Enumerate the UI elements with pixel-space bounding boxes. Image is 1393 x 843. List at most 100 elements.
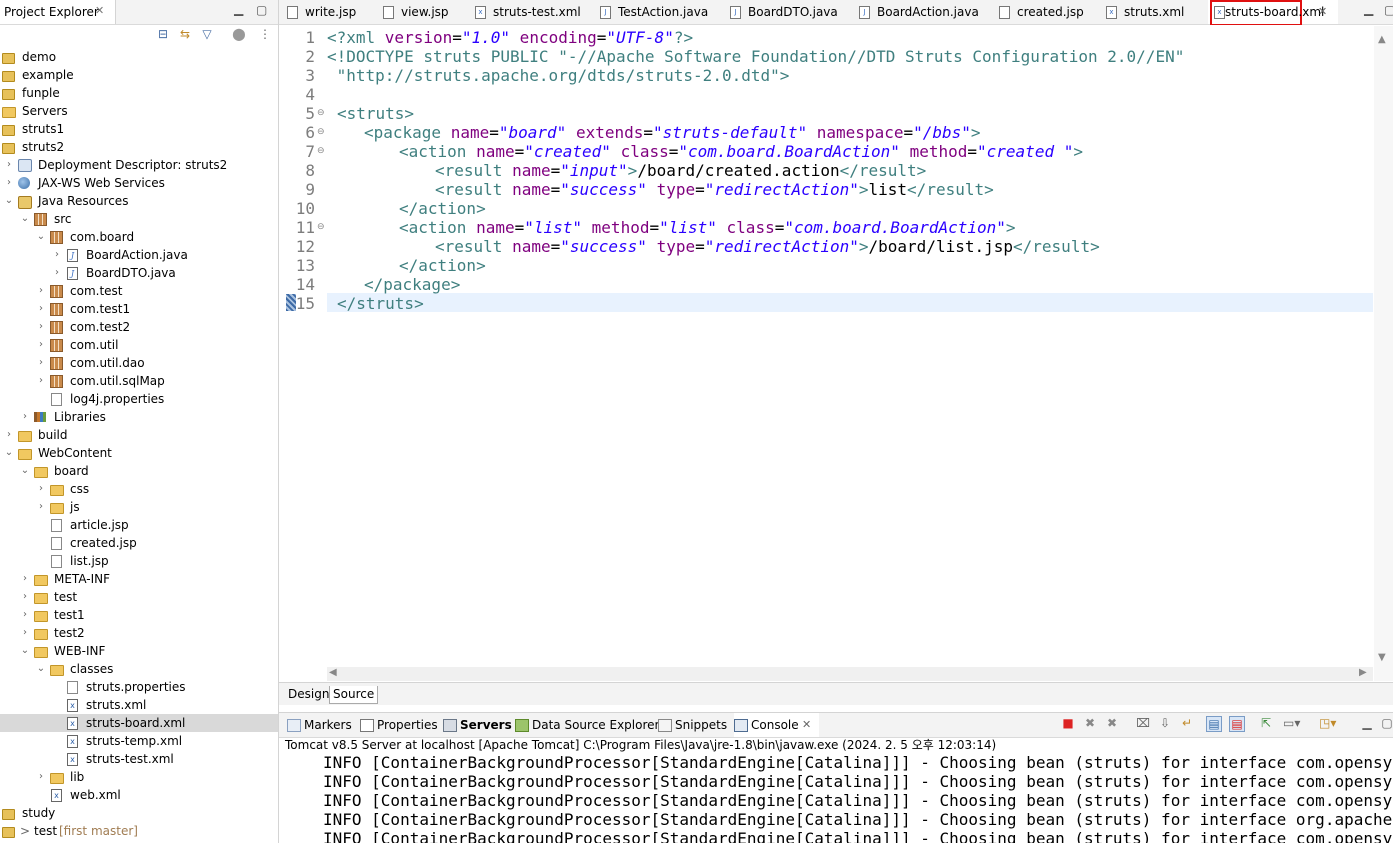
tree-item-log4j-properties[interactable]: log4j.properties [0, 390, 278, 408]
open-console-icon[interactable]: ◳▾ [1319, 716, 1336, 730]
tree-item-article-jsp[interactable]: article.jsp [0, 516, 278, 534]
close-icon[interactable]: ✕ [95, 4, 104, 17]
chevron-right-icon[interactable]: › [36, 498, 46, 516]
tab-testaction-java[interactable]: J TestAction.java [600, 0, 715, 24]
chevron-right-icon[interactable]: › [36, 318, 46, 336]
minimize-icon[interactable]: ▁ [1360, 716, 1374, 730]
tree-item-src[interactable]: ⌄ src [0, 210, 278, 228]
tree-item-test2-folder[interactable]: › test2 [0, 624, 278, 642]
chevron-right-icon[interactable]: › [20, 570, 30, 588]
tree-item-struts-properties[interactable]: struts.properties [0, 678, 278, 696]
clear-console-icon[interactable]: ⌧ [1136, 716, 1150, 730]
tree-item-css[interactable]: › css [0, 480, 278, 498]
remove-all-launches-icon[interactable]: ✖ [1105, 716, 1119, 730]
chevron-right-icon[interactable]: › [36, 768, 46, 786]
tab-snippets[interactable]: Snippets [658, 713, 728, 737]
chevron-down-icon[interactable]: ⌄ [4, 192, 14, 210]
tree-item-jax-ws[interactable]: › JAX-WS Web Services [0, 174, 278, 192]
tab-boardaction-java[interactable]: J BoardAction.java [859, 0, 979, 24]
tab-design[interactable]: Design [285, 686, 332, 703]
tree-item-funple[interactable]: funple [0, 84, 278, 102]
tree-item-demo[interactable]: demo [0, 48, 278, 66]
tree-item-libraries[interactable]: › Libraries [0, 408, 278, 426]
tree-item-com-util-dao[interactable]: › com.util.dao [0, 354, 278, 372]
show-on-error-icon[interactable]: ▤ [1229, 716, 1245, 732]
chevron-right-icon[interactable]: › [36, 354, 46, 372]
tab-created-jsp[interactable]: created.jsp [999, 0, 1089, 24]
maximize-icon[interactable]: ▢ [1380, 716, 1393, 730]
chevron-down-icon[interactable]: ⌄ [20, 462, 30, 480]
tab-console[interactable]: Console ✕ [734, 713, 819, 737]
horizontal-scrollbar[interactable]: ◀ ▶ [327, 667, 1373, 681]
tab-source[interactable]: Source [329, 686, 379, 704]
chevron-right-icon[interactable]: › [20, 624, 30, 642]
display-selected-console-icon[interactable]: ▭▾ [1283, 716, 1300, 730]
remove-launch-icon[interactable]: ✖ [1083, 716, 1097, 730]
tree-item-build[interactable]: › build [0, 426, 278, 444]
tab-servers[interactable]: Servers [443, 713, 513, 737]
console-output[interactable]: INFO [ContainerBackgroundProcessor[Stand… [283, 753, 1393, 843]
tree-item-example[interactable]: example [0, 66, 278, 84]
fold-collapse-icon[interactable]: ⊖ [317, 218, 325, 237]
tree-item-com-util[interactable]: › com.util [0, 336, 278, 354]
maximize-icon[interactable]: ▢ [256, 3, 267, 17]
scroll-up-icon[interactable]: ▲ [1378, 34, 1386, 45]
tree-item-struts1[interactable]: struts1 [0, 120, 278, 138]
close-icon[interactable]: ✕ [802, 713, 811, 737]
tab-markers[interactable]: Markers [287, 713, 357, 737]
word-wrap-icon[interactable]: ↵ [1180, 716, 1194, 730]
scroll-right-icon[interactable]: ▶ [1359, 667, 1367, 678]
chevron-right-icon[interactable]: › [4, 156, 14, 174]
tree-item-com-test[interactable]: › com.test [0, 282, 278, 300]
chevron-right-icon[interactable]: › [20, 606, 30, 624]
minimize-icon[interactable]: ▁ [1364, 2, 1373, 16]
terminate-icon[interactable]: ■ [1061, 716, 1075, 730]
fold-collapse-icon[interactable]: ⊖ [317, 104, 325, 123]
chevron-right-icon[interactable]: › [4, 426, 14, 444]
tab-view-jsp[interactable]: view.jsp [383, 0, 463, 24]
tree-item-boardaction-java[interactable]: › J BoardAction.java [0, 246, 278, 264]
tree-item-test1-folder[interactable]: › test1 [0, 606, 278, 624]
tree-item-web-xml[interactable]: x web.xml [0, 786, 278, 804]
tree-item-com-test1[interactable]: › com.test1 [0, 300, 278, 318]
tree-item-struts-xml[interactable]: x struts.xml [0, 696, 278, 714]
tree-item-web-inf[interactable]: ⌄ WEB-INF [0, 642, 278, 660]
chevron-right-icon[interactable]: › [36, 300, 46, 318]
tree-item-struts-test-xml[interactable]: x struts-test.xml [0, 750, 278, 768]
tree-item-com-test2[interactable]: › com.test2 [0, 318, 278, 336]
link-with-editor-icon[interactable]: ⇆ [178, 27, 192, 41]
chevron-right-icon[interactable]: › [20, 588, 30, 606]
tree-item-java-resources[interactable]: ⌄ Java Resources [0, 192, 278, 210]
tab-project-explorer[interactable]: Project Explorer ✕ [0, 0, 116, 24]
tree-item-webcontent[interactable]: ⌄ WebContent [0, 444, 278, 462]
tab-struts-xml[interactable]: x struts.xml [1106, 0, 1196, 24]
scroll-lock-icon[interactable]: ⇩ [1158, 716, 1172, 730]
tree-item-servers[interactable]: Servers [0, 102, 278, 120]
chevron-down-icon[interactable]: ⌄ [36, 228, 46, 246]
chevron-right-icon[interactable]: › [36, 372, 46, 390]
maximize-icon[interactable]: ▢ [1384, 3, 1393, 17]
tree-item-struts-board-xml[interactable]: x struts-board.xml [0, 714, 278, 732]
vertical-scrollbar[interactable]: ▲ ▼ [1374, 26, 1393, 681]
tree-item-test-project[interactable]: > test [first master] [0, 822, 278, 840]
tree-item-created-jsp[interactable]: created.jsp [0, 534, 278, 552]
view-menu-icon[interactable]: ⋮ [258, 27, 272, 41]
tree-item-meta-inf[interactable]: › META-INF [0, 570, 278, 588]
tab-struts-test-xml[interactable]: x struts-test.xml [475, 0, 587, 24]
tree-item-com-board[interactable]: ⌄ com.board [0, 228, 278, 246]
tree-item-board[interactable]: ⌄ board [0, 462, 278, 480]
tree-item-com-util-sqlmap[interactable]: › com.util.sqlMap [0, 372, 278, 390]
tab-struts-board-xml[interactable]: x struts-board.xml ✕ [1208, 0, 1338, 26]
chevron-right-icon[interactable]: › [36, 282, 46, 300]
minimize-icon[interactable]: ▁ [234, 2, 243, 16]
scroll-left-icon[interactable]: ◀ [329, 667, 337, 678]
chevron-down-icon[interactable]: ⌄ [4, 444, 14, 462]
filter-icon[interactable]: ▽ [200, 27, 214, 41]
tree-item-list-jsp[interactable]: list.jsp [0, 552, 278, 570]
collapse-all-icon[interactable]: ⊟ [156, 27, 170, 41]
tab-boarddto-java[interactable]: J BoardDTO.java [730, 0, 838, 24]
tree-item-study[interactable]: study [0, 804, 278, 822]
chevron-right-icon[interactable]: › [4, 174, 14, 192]
tree-item-deployment-descriptor[interactable]: › Deployment Descriptor: struts2 [0, 156, 278, 174]
chevron-right-icon[interactable]: › [36, 336, 46, 354]
